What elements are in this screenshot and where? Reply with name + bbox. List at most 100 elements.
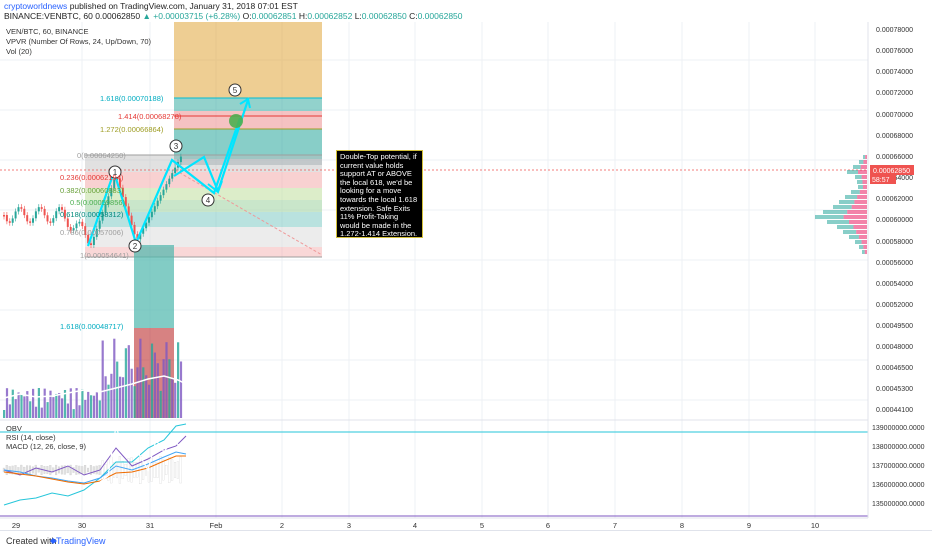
vpvr-row-up bbox=[855, 175, 862, 179]
volume-bar bbox=[148, 384, 151, 418]
candle-body bbox=[5, 215, 8, 222]
fib-label-1272: 1.272(0.00066864) bbox=[100, 125, 164, 134]
volume-bar bbox=[32, 388, 35, 418]
volume-bar bbox=[23, 396, 26, 418]
price-axis[interactable]: 0.00078000 0.00076000 0.00074000 0.00072000… bbox=[867, 22, 932, 528]
created-with-label: Created with bbox=[6, 536, 57, 546]
vpvr-row-down bbox=[859, 190, 867, 194]
volume-bar bbox=[150, 343, 154, 418]
volume-bar bbox=[92, 395, 96, 418]
candle-body bbox=[81, 221, 84, 227]
svg-text:3: 3 bbox=[174, 142, 179, 151]
volume-bar bbox=[14, 399, 17, 418]
macd-bar bbox=[176, 461, 179, 479]
volume-bar bbox=[37, 388, 40, 418]
tradingview-link[interactable]: TradingView bbox=[56, 536, 106, 546]
indicator-legend: OBV RSI (14, close) MACD (12, 26, close,… bbox=[6, 424, 86, 451]
current-price-tag-label: 0.00062850 bbox=[873, 168, 910, 175]
candle-body bbox=[46, 215, 49, 222]
fib-label-0618: 0.618(0.00058312) bbox=[60, 210, 124, 219]
candle-body bbox=[49, 221, 52, 223]
volume-bar bbox=[72, 409, 75, 418]
macd-bar bbox=[174, 462, 177, 478]
candle-body bbox=[37, 207, 40, 212]
fib-label-0786: 0.786(0.00057006) bbox=[60, 228, 124, 237]
vpvr-row-down bbox=[854, 200, 867, 204]
volume-bar bbox=[29, 401, 32, 418]
time-tick-label: 8 bbox=[680, 521, 684, 528]
volume-bar bbox=[3, 410, 6, 418]
candle-body bbox=[14, 211, 17, 219]
legend-vol[interactable]: Vol (20) bbox=[6, 47, 151, 57]
volume-bar bbox=[95, 391, 98, 418]
svg-text:2: 2 bbox=[133, 242, 138, 251]
fib-extension-zones[interactable] bbox=[174, 22, 322, 165]
legend-obv[interactable]: OBV bbox=[6, 424, 86, 433]
indicator-pane[interactable] bbox=[0, 419, 868, 517]
volume-bar bbox=[119, 376, 122, 418]
volume-bar bbox=[40, 407, 43, 418]
candle-body bbox=[150, 211, 153, 218]
volume-bar bbox=[136, 367, 139, 418]
fib-label-1618-upper: 1.618(0.00070188) bbox=[100, 94, 164, 103]
close-label: C: bbox=[409, 11, 418, 21]
time-tick-label: 10 bbox=[811, 521, 819, 528]
volume-bar bbox=[133, 386, 136, 418]
countdown-label: 58:57 bbox=[872, 177, 890, 184]
volume-bar bbox=[171, 377, 174, 418]
vpvr-row-down bbox=[861, 240, 867, 244]
fib-label-0236: 0.236(0.00062194) bbox=[60, 173, 124, 182]
candle-body bbox=[3, 215, 5, 217]
macd-bar bbox=[34, 464, 37, 476]
candle-body bbox=[26, 215, 29, 222]
macd-bar bbox=[69, 464, 72, 476]
candle-body bbox=[148, 217, 150, 223]
volume-bar bbox=[81, 389, 84, 418]
macd-bar bbox=[121, 461, 124, 479]
analysis-note[interactable]: Double-Top potential, if current value h… bbox=[336, 150, 423, 238]
candle-body bbox=[162, 189, 165, 196]
price-tick-label: 0.00048000 bbox=[876, 344, 913, 351]
time-tick-label: 9 bbox=[747, 521, 751, 528]
last-price: 0.00062850 bbox=[95, 11, 141, 21]
symbol-label: BINANCE:VENBTC, 60 bbox=[4, 11, 93, 21]
legend-rsi[interactable]: RSI (14, close) bbox=[6, 433, 86, 442]
time-tick-label: 31 bbox=[146, 521, 154, 528]
volume-bar bbox=[127, 345, 130, 418]
legend-macd[interactable]: MACD (12, 26, close, 9) bbox=[6, 442, 86, 451]
vpvr-row-up bbox=[845, 195, 858, 199]
chart-header: cryptoworldnews published on TradingView… bbox=[0, 0, 932, 22]
candle-body bbox=[165, 184, 168, 190]
legend-vpvr[interactable]: VPVR (Number Of Rows, 24, Up/Down, 70) bbox=[6, 37, 151, 47]
volume-bar bbox=[55, 393, 58, 418]
time-tick-label: 6 bbox=[546, 521, 550, 528]
author-link[interactable]: cryptoworldnews bbox=[4, 1, 67, 11]
vpvr-row-up bbox=[857, 180, 863, 184]
volume-bar bbox=[156, 363, 159, 418]
svg-text:4: 4 bbox=[206, 196, 211, 205]
candle-body bbox=[153, 206, 156, 212]
time-axis[interactable]: 29 30 31 Feb 2 3 4 5 6 7 8 9 10 bbox=[0, 517, 868, 528]
wave-label-3: 3 bbox=[169, 139, 183, 153]
volume-bar bbox=[104, 376, 107, 418]
macd-bar bbox=[115, 461, 118, 479]
price-tick-label: 0.00058000 bbox=[876, 239, 913, 246]
obv-tick-label: 136000000.0000 bbox=[872, 482, 925, 489]
vpvr-row-down bbox=[851, 205, 867, 209]
price-tick-label: 0.00068000 bbox=[876, 133, 913, 140]
chart-legend: VEN/BTC, 60, BINANCE VPVR (Number Of Row… bbox=[6, 27, 151, 57]
price-chart[interactable]: 1 2 3 4 5 1.618(0.00070188) 1.414(0.0006… bbox=[0, 22, 932, 528]
vpvr-row-down bbox=[849, 220, 867, 224]
vpvr-row-up bbox=[851, 190, 860, 194]
price-tick-label: 0.00052000 bbox=[876, 302, 913, 309]
price-tick-label: 0.00074000 bbox=[876, 69, 913, 76]
price-tick-label: 0.00046500 bbox=[876, 365, 913, 372]
time-tick-label: 2 bbox=[280, 521, 284, 528]
vpvr-row-down bbox=[865, 155, 867, 159]
candle-body bbox=[179, 156, 182, 163]
vpvr-row-up bbox=[862, 250, 865, 254]
up-arrow-icon: ▲ bbox=[142, 11, 151, 21]
price-tick-label: 0.00072000 bbox=[876, 90, 913, 97]
vpvr-row-up bbox=[847, 170, 858, 174]
volume-bar bbox=[52, 397, 55, 418]
